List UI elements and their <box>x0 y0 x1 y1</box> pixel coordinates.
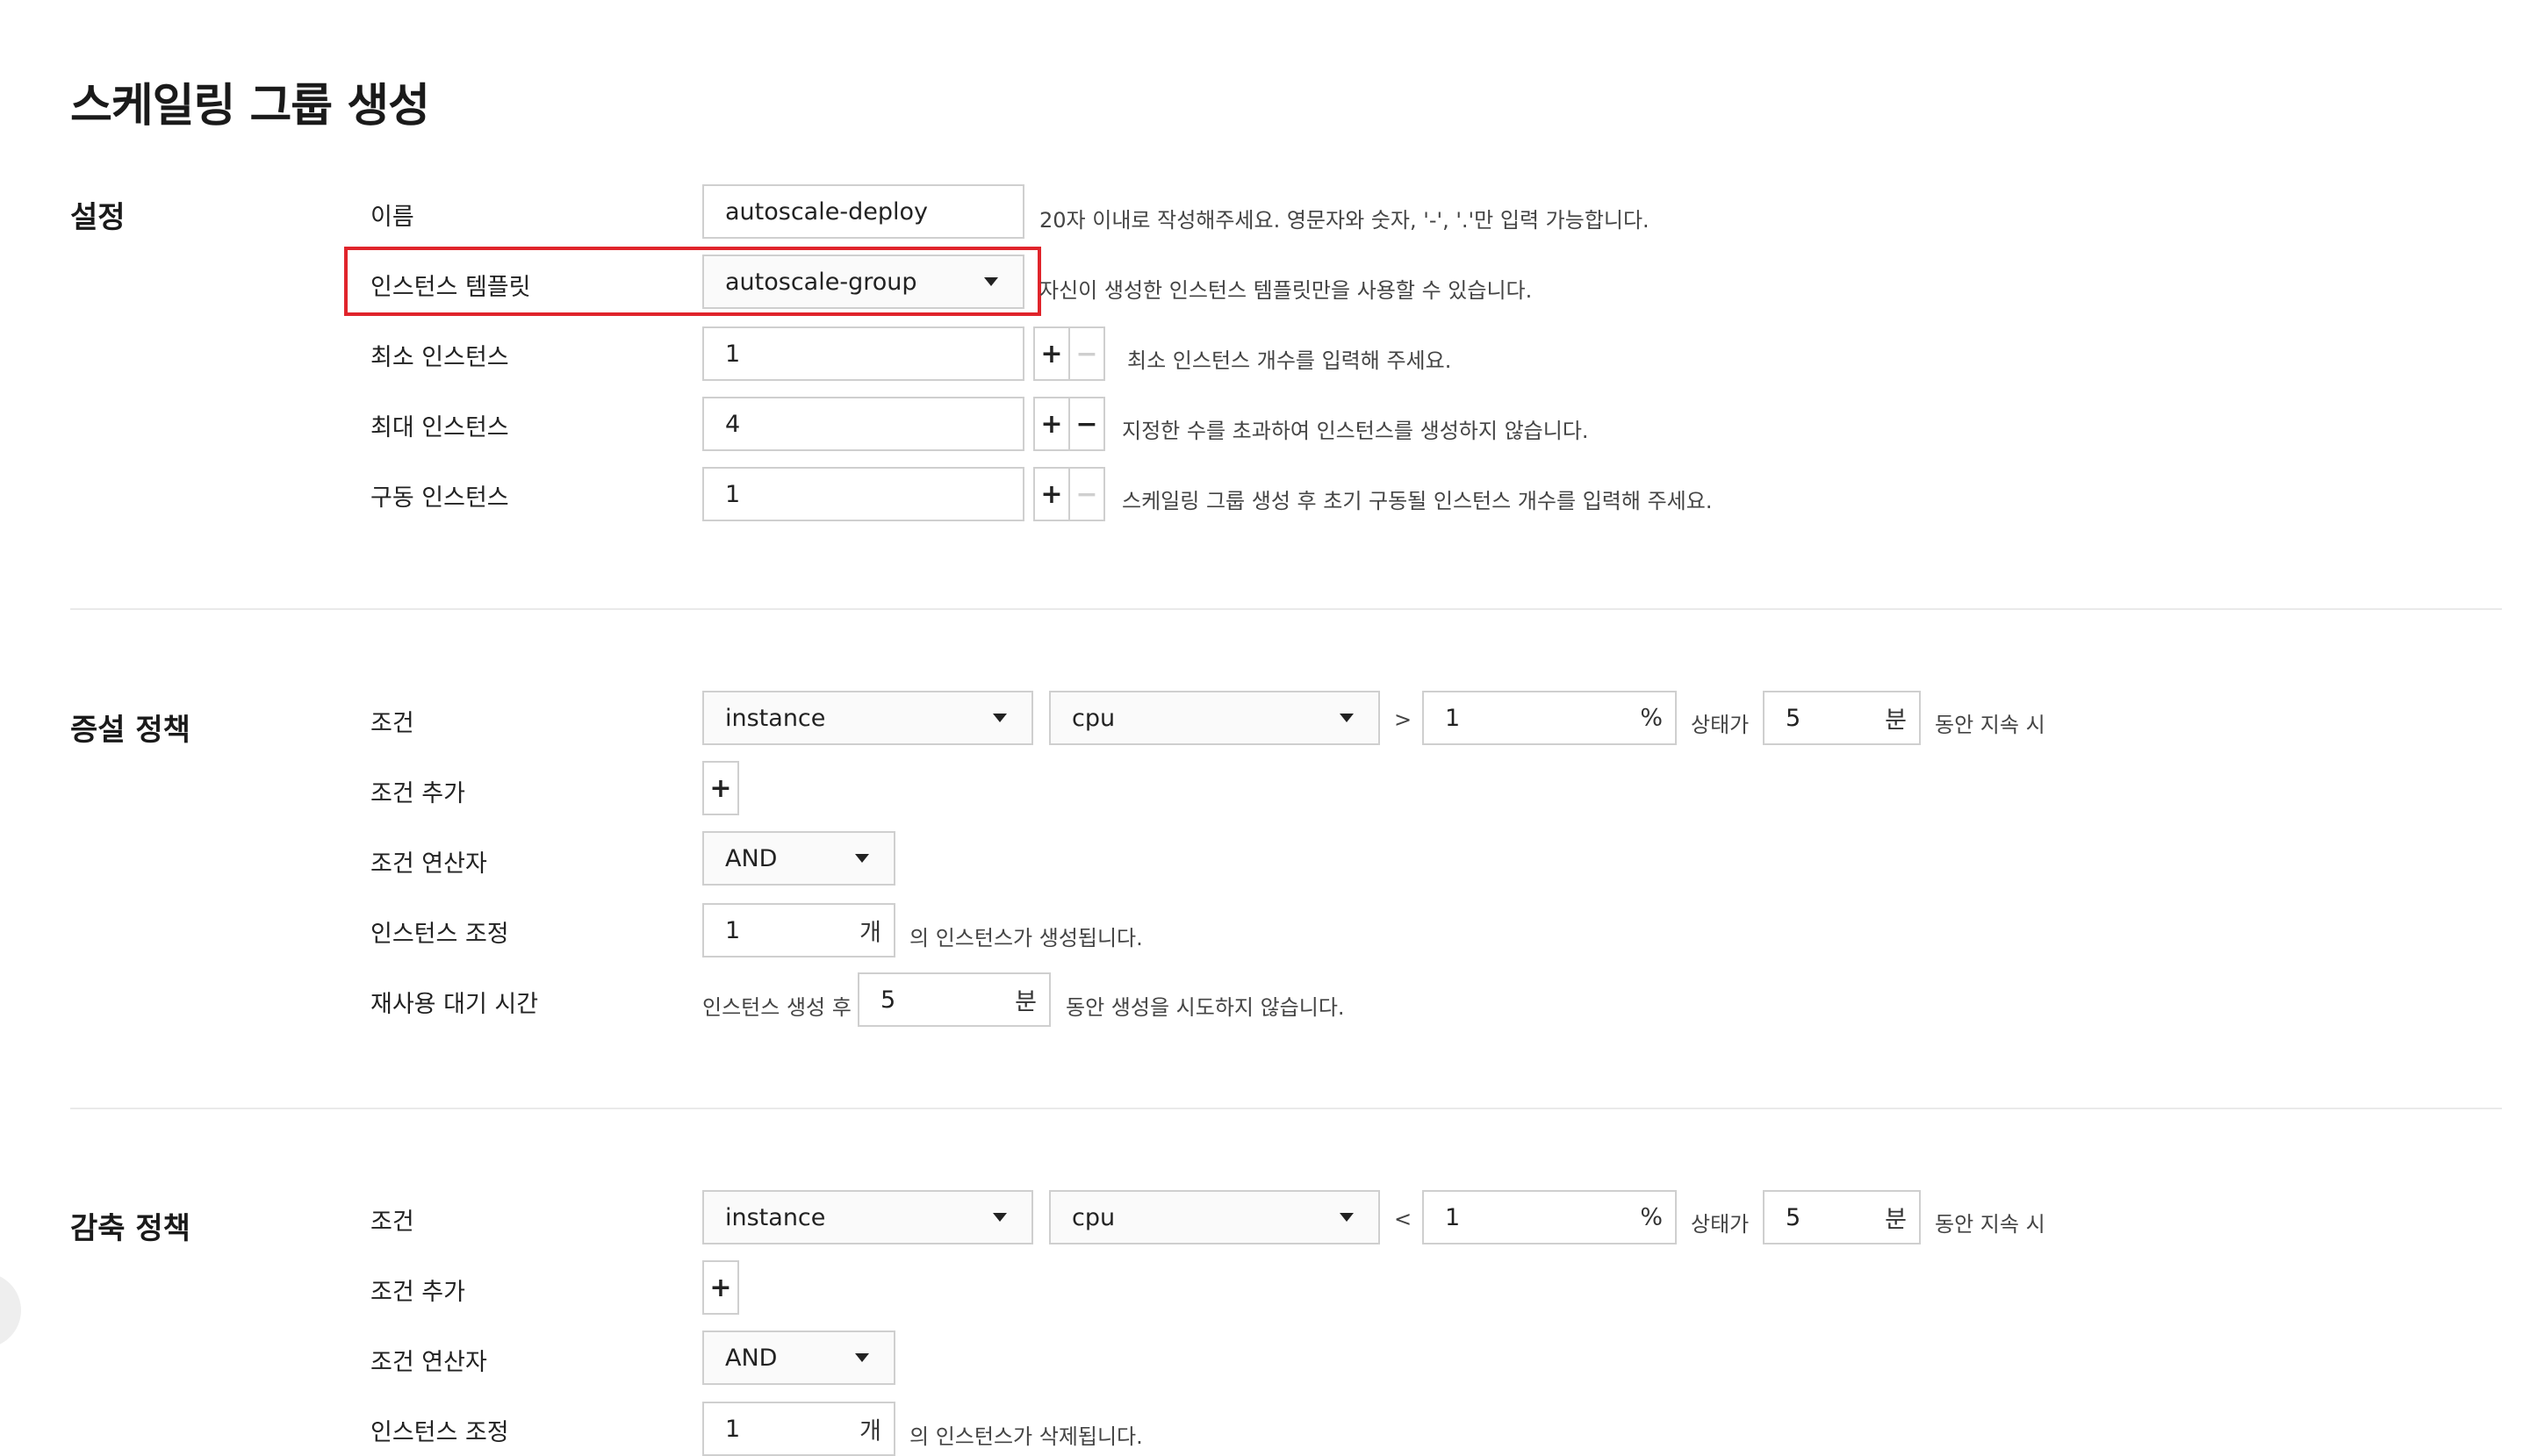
running-instance-plus-button[interactable]: + <box>1033 467 1070 521</box>
scale-in-condition-label: 조건 <box>370 1209 414 1236</box>
scale-out-threshold-unit: % <box>1640 704 1663 732</box>
caret-down-icon <box>855 854 869 863</box>
scale-out-logic-select[interactable]: AND <box>702 831 895 886</box>
scale-in-adjust-value: 1 <box>725 1415 741 1443</box>
running-instance-help: 스케일링 그룹 생성 후 초기 구동될 인스턴스 개수를 입력해 주세요. <box>1122 489 1713 513</box>
min-instance-value: 1 <box>725 340 741 368</box>
scale-in-adjust-input[interactable]: 1 개 <box>702 1402 895 1456</box>
scale-out-adjust-input[interactable]: 1 개 <box>702 903 895 958</box>
scale-out-operator: > <box>1394 707 1412 732</box>
min-instance-input[interactable]: 1 <box>702 326 1024 381</box>
scale-out-target-select[interactable]: instance <box>702 691 1033 745</box>
template-select[interactable]: autoscale-group <box>702 255 1024 309</box>
min-instance-minus-button[interactable]: − <box>1068 326 1105 381</box>
scale-out-add-condition-button[interactable]: + <box>702 761 739 815</box>
template-label: 인스턴스 템플릿 <box>370 274 531 301</box>
scale-out-duration-value: 5 <box>1786 704 1801 732</box>
scale-out-cooldown-value: 5 <box>880 986 896 1014</box>
scale-in-duration-input[interactable]: 5 분 <box>1763 1190 1921 1244</box>
scale-out-logic-label: 조건 연산자 <box>370 850 487 878</box>
scale-out-metric-select[interactable]: cpu <box>1049 691 1380 745</box>
scale-in-state-text: 상태가 <box>1691 1212 1750 1237</box>
scale-out-threshold-value: 1 <box>1445 704 1461 732</box>
max-instance-plus-button[interactable]: + <box>1033 397 1070 451</box>
name-help: 20자 이내로 작성해주세요. 영문자와 숫자, '-', '.'만 입력 가능… <box>1039 208 1650 233</box>
max-instance-label: 최대 인스턴스 <box>370 414 509 441</box>
caret-down-icon <box>855 1353 869 1362</box>
scale-out-duration-suffix: 동안 지속 시 <box>1935 713 2045 737</box>
page-title: 스케일링 그룹 생성 <box>70 80 430 133</box>
section-title-settings: 설정 <box>70 200 126 235</box>
scale-out-cooldown-suffix: 동안 생성을 시도하지 않습니다. <box>1066 995 1345 1020</box>
scale-in-adjust-unit: 개 <box>859 1417 881 1445</box>
scale-in-target-select[interactable]: instance <box>702 1190 1033 1244</box>
scale-in-metric-select[interactable]: cpu <box>1049 1190 1380 1244</box>
min-instance-plus-button[interactable]: + <box>1033 326 1070 381</box>
scale-in-logic-label: 조건 연산자 <box>370 1349 487 1376</box>
running-instance-value: 1 <box>725 480 741 508</box>
scale-out-cooldown-input[interactable]: 5 분 <box>858 972 1051 1027</box>
caret-down-icon <box>993 714 1007 722</box>
caret-down-icon <box>984 277 998 286</box>
floating-handle[interactable] <box>0 1273 21 1348</box>
name-input-value: autoscale-deploy <box>725 197 928 226</box>
scale-out-target-value: instance <box>725 704 826 732</box>
scale-out-logic-value: AND <box>725 844 778 872</box>
scale-in-duration-suffix: 동안 지속 시 <box>1935 1212 2045 1237</box>
scale-in-metric-value: cpu <box>1072 1203 1116 1231</box>
caret-down-icon <box>1340 1213 1354 1222</box>
scale-out-duration-input[interactable]: 5 분 <box>1763 691 1921 745</box>
scale-in-duration-value: 5 <box>1786 1203 1801 1231</box>
scale-out-cooldown-unit: 분 <box>1015 988 1037 1016</box>
scale-in-duration-unit: 분 <box>1885 1206 1907 1234</box>
max-instance-help: 지정한 수를 초과하여 인스턴스를 생성하지 않습니다. <box>1122 419 1589 443</box>
scale-out-duration-unit: 분 <box>1885 706 1907 735</box>
scale-out-adjust-value: 1 <box>725 916 741 944</box>
running-instance-minus-button[interactable]: − <box>1068 467 1105 521</box>
scale-in-threshold-input[interactable]: 1 % <box>1422 1190 1677 1244</box>
scale-out-adjust-label: 인스턴스 조정 <box>370 921 509 948</box>
template-select-value: autoscale-group <box>725 268 917 296</box>
scale-in-add-condition-button[interactable]: + <box>702 1260 739 1315</box>
caret-down-icon <box>1340 714 1354 722</box>
scale-in-operator: < <box>1394 1207 1412 1231</box>
scale-in-add-condition-label: 조건 추가 <box>370 1279 465 1306</box>
section-divider <box>70 1108 2502 1109</box>
name-label: 이름 <box>370 204 414 231</box>
scale-out-threshold-input[interactable]: 1 % <box>1422 691 1677 745</box>
section-title-scale-out: 증설 정책 <box>70 713 190 748</box>
scale-in-threshold-value: 1 <box>1445 1203 1461 1231</box>
section-divider <box>70 608 2502 610</box>
scale-in-logic-value: AND <box>725 1344 778 1372</box>
running-instance-input[interactable]: 1 <box>702 467 1024 521</box>
scale-in-adjust-label: 인스턴스 조정 <box>370 1419 509 1446</box>
scale-in-threshold-unit: % <box>1640 1203 1663 1231</box>
max-instance-input[interactable]: 4 <box>702 397 1024 451</box>
caret-down-icon <box>993 1213 1007 1222</box>
running-instance-label: 구동 인스턴스 <box>370 484 509 512</box>
max-instance-value: 4 <box>725 410 741 438</box>
section-title-scale-in: 감축 정책 <box>70 1211 190 1246</box>
scale-out-state-text: 상태가 <box>1691 713 1750 737</box>
scale-in-logic-select[interactable]: AND <box>702 1330 895 1385</box>
name-input[interactable]: autoscale-deploy <box>702 184 1024 239</box>
scale-in-target-value: instance <box>725 1203 826 1231</box>
scale-out-cooldown-prefix: 인스턴스 생성 후 <box>702 995 852 1020</box>
scale-out-metric-value: cpu <box>1072 704 1116 732</box>
template-help: 자신이 생성한 인스턴스 템플릿만을 사용할 수 있습니다. <box>1039 278 1533 303</box>
scale-out-cooldown-label: 재사용 대기 시간 <box>370 991 539 1018</box>
min-instance-help: 최소 인스턴스 개수를 입력해 주세요. <box>1127 348 1452 373</box>
min-instance-label: 최소 인스턴스 <box>370 344 509 371</box>
scale-out-condition-label: 조건 <box>370 710 414 737</box>
scale-out-adjust-unit: 개 <box>859 919 881 947</box>
scale-out-add-condition-label: 조건 추가 <box>370 780 465 807</box>
scale-out-adjust-suffix: 의 인스턴스가 생성됩니다. <box>909 926 1143 950</box>
scale-in-adjust-suffix: 의 인스턴스가 삭제됩니다. <box>909 1424 1143 1449</box>
max-instance-minus-button[interactable]: − <box>1068 397 1105 451</box>
